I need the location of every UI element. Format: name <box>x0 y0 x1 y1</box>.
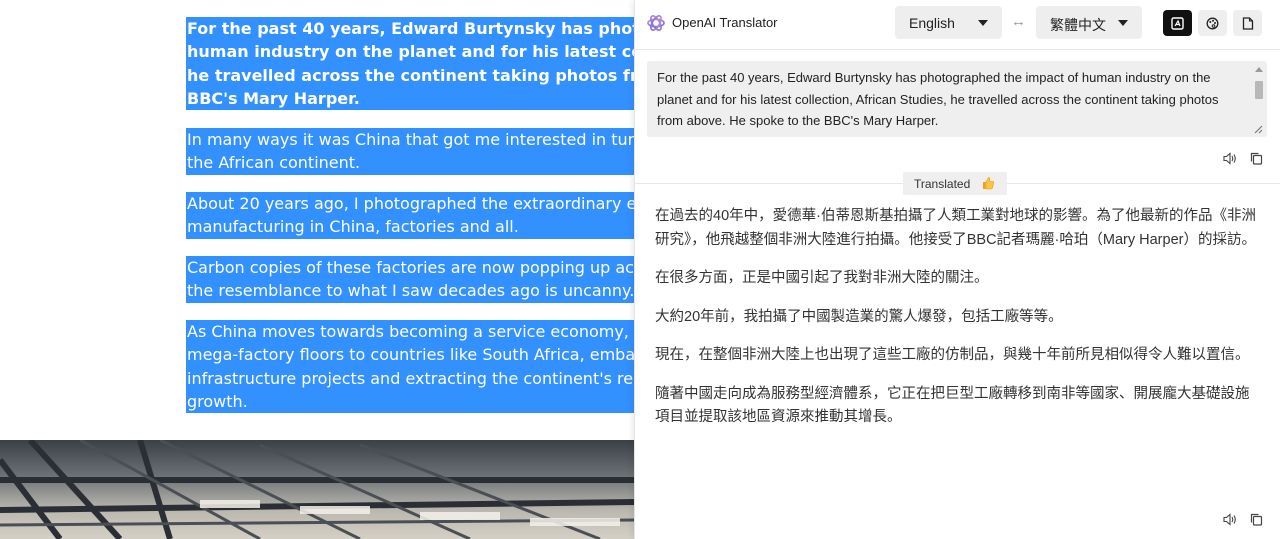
source-language-value: English <box>909 15 955 31</box>
translated-paragraph: 在很多方面，正是中國引起了我對非洲大陸的關注。 <box>655 270 989 286</box>
article-page: For the past 40 years, Edward Burtynsky … <box>0 0 634 539</box>
status-badge: Translated <box>903 172 1007 195</box>
scroll-up-arrow-icon[interactable] <box>1255 67 1263 72</box>
translated-paragraph: 大約20年前，我拍攝了中國製造業的驚人爆發，包括工廠等等。 <box>655 308 1063 325</box>
source-text-area[interactable]: For the past 40 years, Edward Burtynsky … <box>647 61 1267 137</box>
speaker-icon[interactable] <box>1223 513 1237 526</box>
target-language-select[interactable]: 繁體中文 <box>1036 6 1142 39</box>
translated-paragraph: 隨著中國走向成為服務型經濟體系，它正在把巨型工廠轉移到南非等國家、開展龐大基礎設… <box>655 385 1250 426</box>
screenshot-translate-button[interactable] <box>1163 10 1192 36</box>
source-scrollbar[interactable] <box>1255 67 1263 127</box>
scroll-thumb[interactable] <box>1255 81 1263 99</box>
article-photo <box>0 440 634 539</box>
translator-panel: OpenAI Translator English ↔ 繁體中文 For the… <box>634 0 1280 539</box>
copy-icon[interactable] <box>1250 513 1263 526</box>
target-language-value: 繁體中文 <box>1050 17 1106 33</box>
translated-paragraph: 在過去的40年中，愛德華·伯蒂恩斯基拍攝了人類工業對地球的影響。為了他最新的作品… <box>655 208 1256 248</box>
source-language-select[interactable]: English <box>895 6 1002 39</box>
header-divider <box>635 49 1280 50</box>
chevron-down-icon <box>1118 20 1128 26</box>
screenshot-translate-icon <box>1171 16 1184 30</box>
openai-logo-icon <box>647 14 665 32</box>
settings-icon <box>1242 16 1253 30</box>
article-paragraph-3: About 20 years ago, I photographed the e… <box>186 192 634 239</box>
article-paragraph-5: As China moves towards becoming a servic… <box>186 320 634 414</box>
source-text: For the past 40 years, Edward Burtynsky … <box>657 70 1219 128</box>
swap-languages-icon[interactable]: ↔ <box>1011 13 1026 30</box>
resize-grip-icon[interactable] <box>1253 124 1263 134</box>
speaker-icon[interactable] <box>1223 152 1237 165</box>
article-paragraph-4: Carbon copies of these factories are now… <box>186 256 634 303</box>
copy-icon[interactable] <box>1250 152 1263 165</box>
settings-button[interactable] <box>1233 10 1262 36</box>
chevron-down-icon <box>978 20 988 26</box>
theme-button[interactable] <box>1198 10 1227 36</box>
thumbs-up-icon <box>983 177 995 190</box>
translation-result: 在過去的40年中，愛德華·伯蒂恩斯基拍攝了人類工業對地球的影響。為了他最新的作品… <box>655 205 1257 445</box>
status-badge-label: Translated <box>914 177 971 191</box>
article-paragraph-2: In many ways it was China that got me in… <box>186 128 634 175</box>
theme-palette-icon <box>1206 17 1219 29</box>
translated-paragraph: 現在，在整個非洲大陸上也出現了這些工廠的仿制品，與幾十年前所見相似得令人難以置信… <box>655 347 1250 363</box>
translator-header: OpenAI Translator English ↔ 繁體中文 <box>635 0 1280 48</box>
article-paragraph-1: For the past 40 years, Edward Burtynsky … <box>186 17 634 111</box>
app-title: OpenAI Translator <box>672 15 778 30</box>
